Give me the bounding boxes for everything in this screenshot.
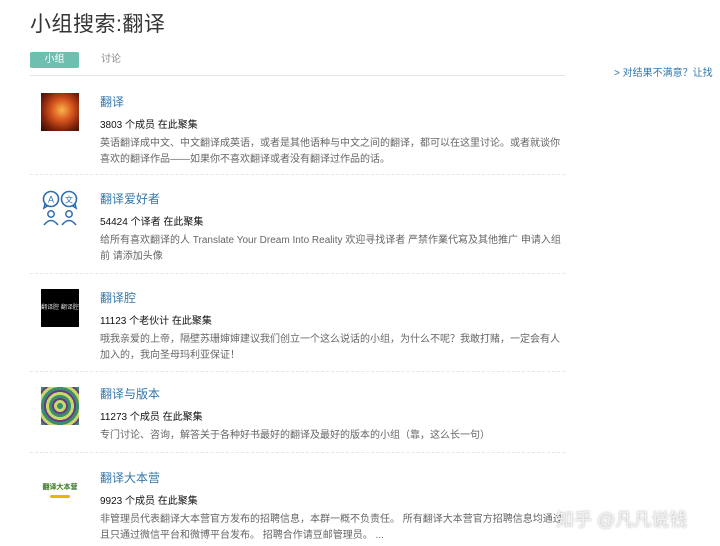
list-item: 翻译腔 翻译腔 翻译腔 11123 个老伙计 在此聚集 哦我亲爱的上帝，隔壁苏珊… [30, 274, 565, 372]
pattern-avatar[interactable] [41, 387, 79, 425]
dark-text-avatar[interactable]: 翻译腔 翻译腔 [41, 289, 79, 327]
group-description: 专门讨论、咨询，解答关于各种好书最好的翻译及最好的版本的小组（靠，这么长一句） [100, 430, 490, 441]
list-item: 翻译大本营 翻译大本营 9923 个成员 在此聚集 非管理员代表翻译大本营官方发… [30, 453, 565, 546]
group-description: 哦我亲爱的上帝，隔壁苏珊婶婶建议我们创立一个这么说话的小组，为什么不呢？我敢打赌… [100, 334, 560, 361]
tab-groups[interactable]: 小组 [30, 52, 79, 68]
avatar-text: 翻译腔 翻译腔 [41, 304, 79, 311]
camp-logo-avatar[interactable]: 翻译大本营 [41, 471, 79, 509]
group-name-link[interactable]: 翻译腔 [100, 289, 565, 306]
avatar-text: 翻译大本营 [42, 484, 78, 491]
group-description: 给所有喜欢翻译的人 Translate Your Dream Into Real… [100, 235, 561, 262]
member-count: 11273 个成员 在此聚集 [100, 412, 203, 423]
group-list: 翻译 3803 个成员 在此聚集 英语翻译成中文、中文翻译成英语，或者是其他语种… [30, 76, 565, 546]
svg-text:文: 文 [65, 195, 73, 205]
svg-text:A: A [48, 195, 54, 205]
member-count: 54424 个译者 在此聚集 [100, 217, 204, 228]
list-item: 翻译与版本 11273 个成员 在此聚集 专门讨论、咨询，解答关于各种好书最好的… [30, 372, 565, 453]
group-description: 非管理员代表翻译大本营官方发布的招聘信息，本群一概不负责任。 所有翻译大本营官方… [100, 514, 563, 541]
group-name-link[interactable]: 翻译与版本 [100, 385, 565, 402]
unsatisfied-results-link[interactable]: > 对结果不满意？让找 [614, 64, 713, 79]
result-tabs: 小组 讨论 [30, 51, 121, 69]
group-description: 英语翻译成中文、中文翻译成英语，或者是其他语种与中文之间的翻译，都可以在这里讨论… [100, 138, 560, 165]
group-name-link[interactable]: 翻译爱好者 [100, 190, 565, 207]
watermark: 知乎 @凡凡说钱 [556, 510, 688, 530]
tab-discussions[interactable]: 讨论 [101, 52, 121, 68]
member-count: 11123 个老伙计 在此聚集 [100, 316, 212, 327]
list-item: 翻译 3803 个成员 在此聚集 英语翻译成中文、中文翻译成英语，或者是其他语种… [30, 76, 565, 175]
group-name-link[interactable]: 翻译 [100, 93, 565, 110]
fire-face-avatar[interactable] [41, 93, 79, 131]
page-title: 小组搜索:翻译 [30, 13, 166, 36]
logo-underline [50, 495, 70, 498]
translation-chat-icon[interactable]: A 文 [41, 190, 79, 228]
member-count: 3803 个成员 在此聚集 [100, 120, 198, 131]
member-count: 9923 个成员 在此聚集 [100, 496, 198, 507]
group-name-link[interactable]: 翻译大本营 [100, 469, 565, 486]
list-item: A 文 翻译爱好者 54424 个译者 在此聚集 给所有喜欢翻译的人 Trans… [30, 175, 565, 274]
